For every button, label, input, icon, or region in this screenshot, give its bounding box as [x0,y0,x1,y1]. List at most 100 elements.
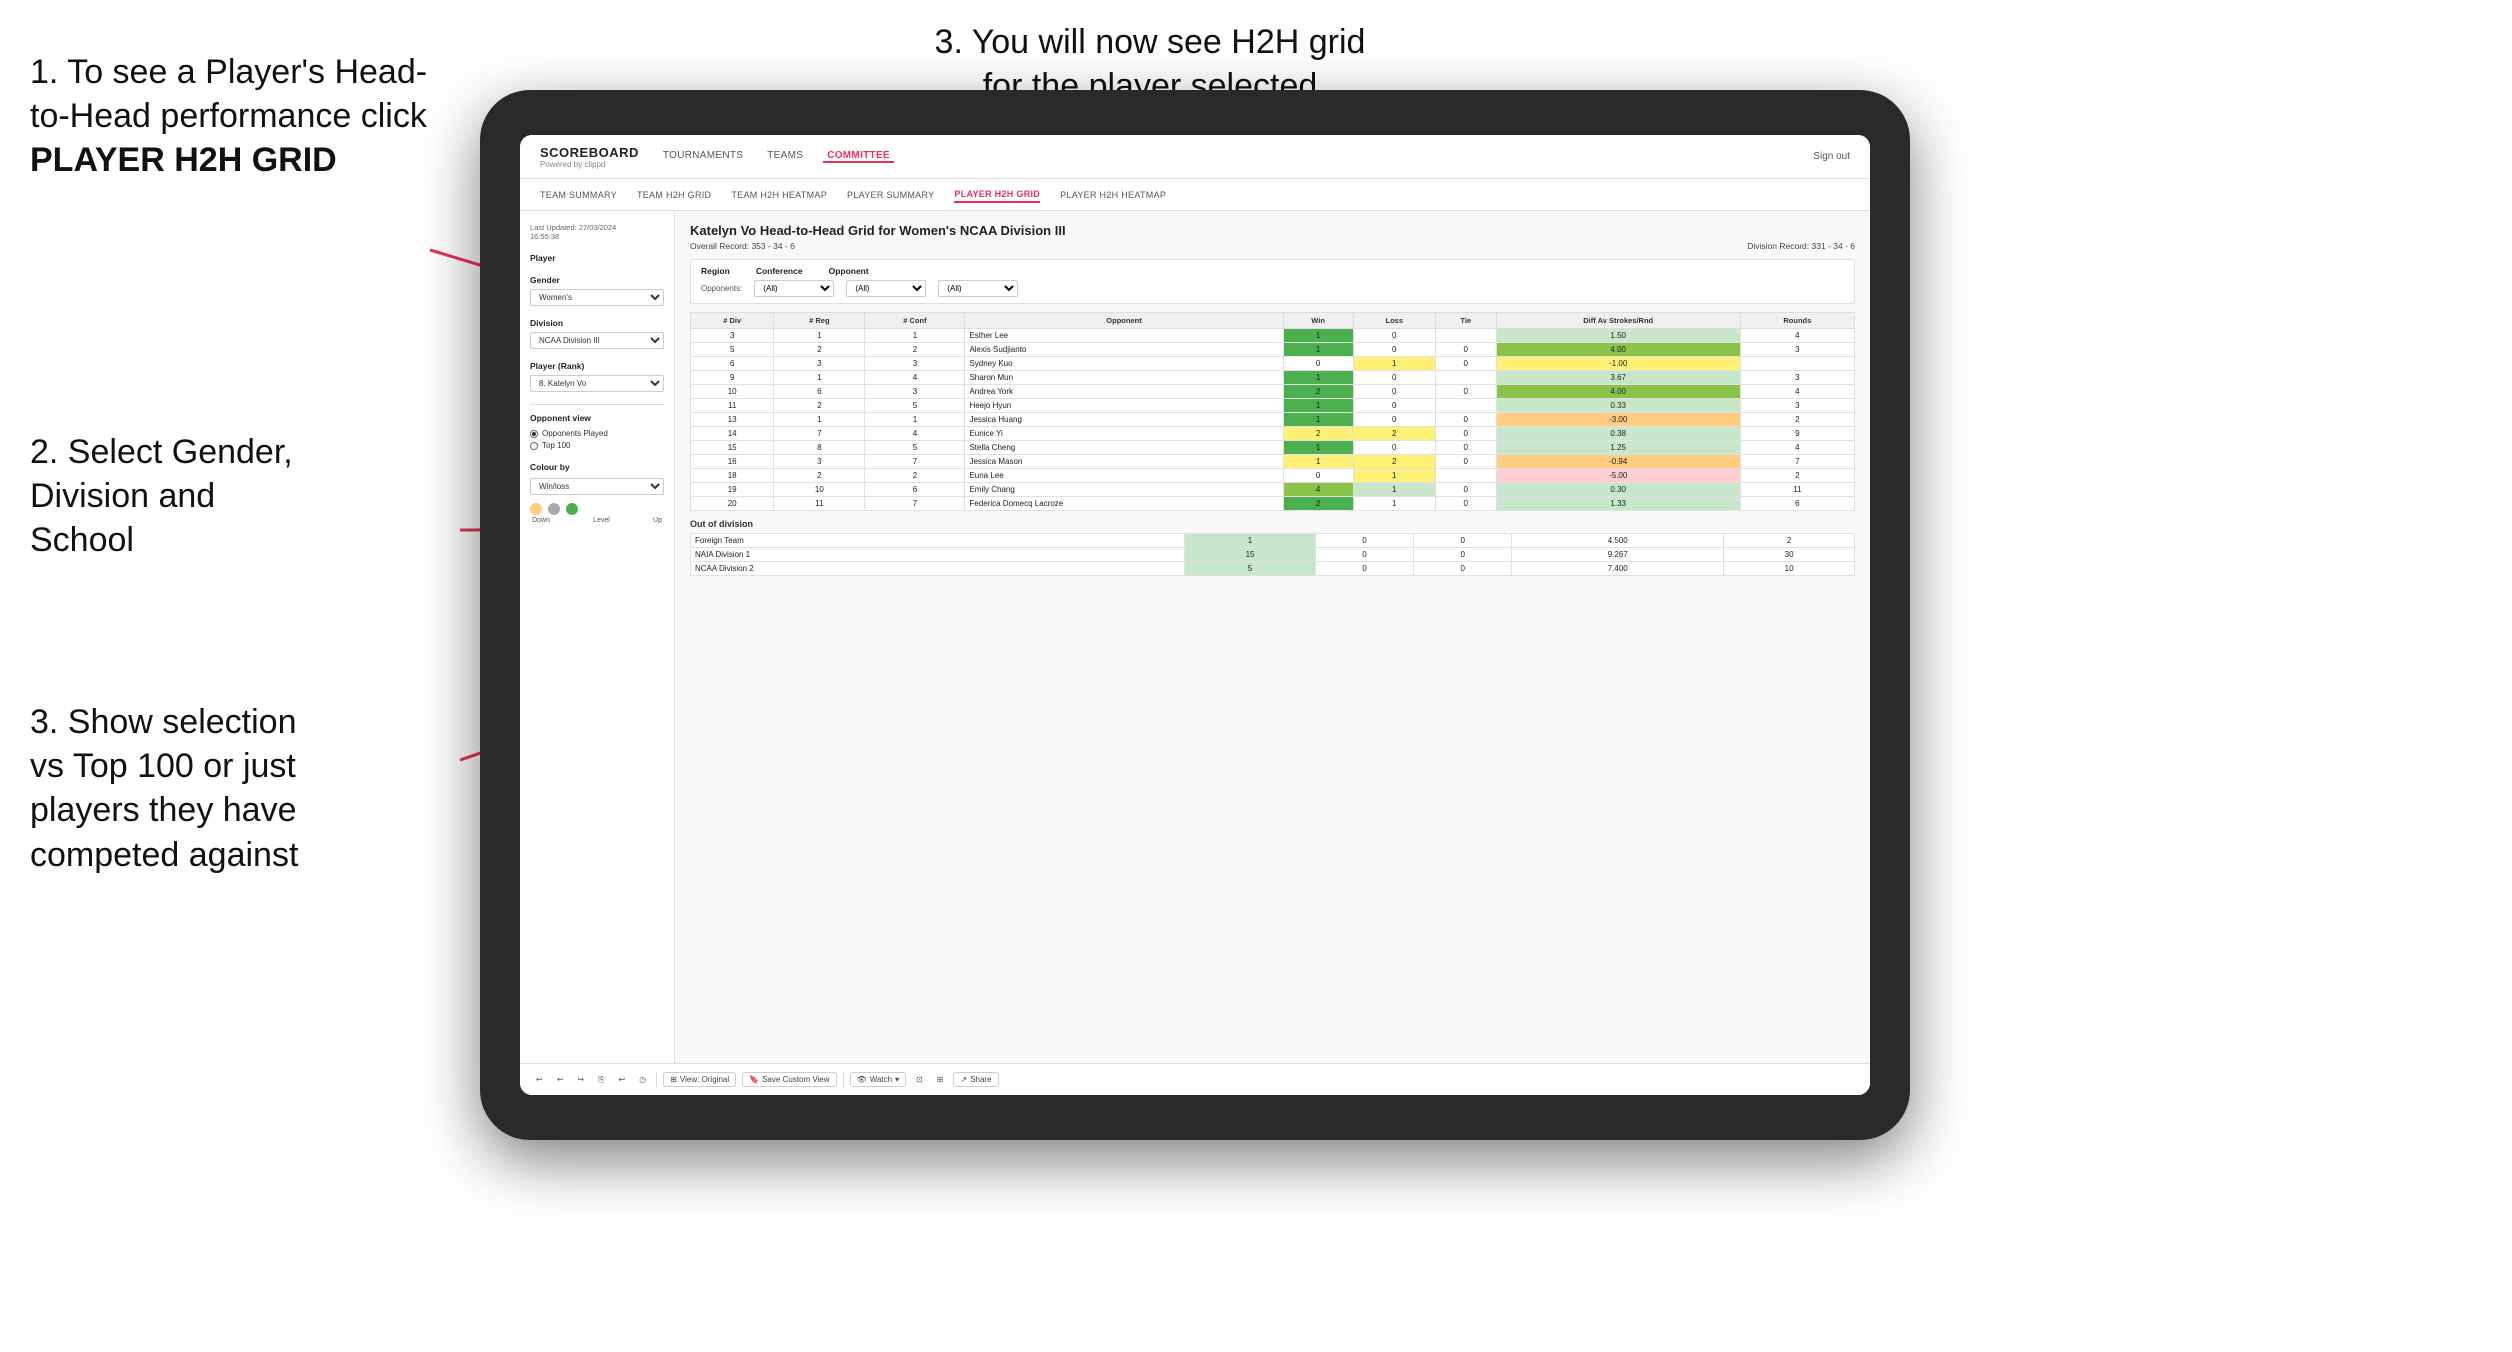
step1-bold: PLAYER H2H GRID [30,141,337,179]
sidebar-gender-select[interactable]: Women's [530,289,664,306]
table-cell: 1 [865,329,965,343]
table-row: 19106Emily Chang4100.3011 [691,483,1855,497]
main-data-table: # Div # Reg # Conf Opponent Win Loss Tie… [690,312,1855,511]
nav-logo: SCOREBOARD Powered by clippd [540,145,639,169]
region-select[interactable]: (All) [754,280,834,297]
table-cell [1435,371,1496,385]
table-cell: 0 [1435,441,1496,455]
content-area: Katelyn Vo Head-to-Head Grid for Women's… [675,211,1870,1063]
opponent-select[interactable]: (All) [938,280,1018,297]
table-cell: 2 [865,469,965,483]
table-cell: 4 [865,371,965,385]
nav-tournaments[interactable]: TOURNAMENTS [659,150,747,163]
col-opponent: Opponent [965,313,1283,329]
table-cell: 0 [1353,399,1435,413]
table-cell: 3 [865,357,965,371]
toolbar-icon1[interactable]: ⊡ [912,1073,927,1086]
sub-nav-player-h2h-heatmap[interactable]: PLAYER H2H HEATMAP [1060,188,1166,202]
conference-select[interactable]: (All) [846,280,926,297]
toolbar-time[interactable]: ◷ [635,1073,650,1086]
ood-cell: 30 [1724,548,1855,562]
toolbar-share[interactable]: ↗ Share [953,1072,998,1087]
table-cell: Sydney Kuo [965,357,1283,371]
table-cell: Stella Cheng [965,441,1283,455]
sub-nav-player-summary[interactable]: PLAYER SUMMARY [847,188,934,202]
sub-nav-team-h2h-grid[interactable]: TEAM H2H GRID [637,188,711,202]
table-header-row: # Div # Reg # Conf Opponent Win Loss Tie… [691,313,1855,329]
sub-nav-team-summary[interactable]: TEAM SUMMARY [540,188,617,202]
toolbar-icon2[interactable]: ⊞ [933,1073,948,1086]
ood-cell: 5 [1185,562,1316,576]
table-cell: 2 [1283,385,1353,399]
table-cell: 2 [865,343,965,357]
table-cell: 3 [1740,371,1854,385]
sub-nav-team-h2h-heatmap[interactable]: TEAM H2H HEATMAP [731,188,827,202]
table-cell: 1 [1283,455,1353,469]
radio-top100[interactable]: Top 100 [530,441,664,450]
table-cell: 1 [1353,497,1435,511]
table-cell [1435,469,1496,483]
radio-dot-2 [530,442,538,450]
sidebar-gender-label: Gender [530,275,664,285]
table-row: 522Alexis Sudjianto1004.003 [691,343,1855,357]
table-cell: 14 [691,427,774,441]
nav-items: TOURNAMENTS TEAMS COMMITTEE [659,150,1813,163]
content-title: Katelyn Vo Head-to-Head Grid for Women's… [690,223,1855,238]
table-cell: 0 [1435,357,1496,371]
table-cell: 0.30 [1496,483,1740,497]
table-cell: 4.00 [1496,385,1740,399]
table-cell: 3 [1740,343,1854,357]
ood-cell: 0 [1315,548,1413,562]
ood-cell: 10 [1724,562,1855,576]
col-tie: Tie [1435,313,1496,329]
table-cell: 7 [865,455,965,469]
table-cell: 1 [1283,371,1353,385]
table-cell: 1 [1353,469,1435,483]
table-cell: 4 [1283,483,1353,497]
toolbar-view-original[interactable]: ⊞ View: Original [663,1072,736,1087]
step3-bottom-text: 3. Show selectionvs Top 100 or justplaye… [30,700,450,877]
colour-by-select[interactable]: Win/loss [530,478,664,495]
table-cell: 0 [1283,357,1353,371]
table-cell: Esther Lee [965,329,1283,343]
table-cell: 11 [1740,483,1854,497]
sub-nav-player-h2h-grid[interactable]: PLAYER H2H GRID [954,187,1040,203]
sidebar-player-rank-select[interactable]: 8. Katelyn Vo [530,375,664,392]
table-cell: -1.00 [1496,357,1740,371]
opponent-view-label: Opponent view [530,413,664,423]
table-row: 1125Heejo Hyun100.333 [691,399,1855,413]
table-cell: -5.00 [1496,469,1740,483]
toolbar-history[interactable]: ↩ [615,1073,630,1086]
ood-cell: 0 [1414,562,1512,576]
nav-teams[interactable]: TEAMS [763,150,807,163]
table-cell: Emily Chang [965,483,1283,497]
toolbar-watch[interactable]: 👁 Watch ▾ [850,1072,907,1087]
table-cell: 0 [1435,455,1496,469]
colour-dot-level [548,503,560,515]
colour-labels: Down Level Up [530,517,664,524]
tablet-device: SCOREBOARD Powered by clippd TOURNAMENTS… [480,90,1910,1140]
toolbar-undo[interactable]: ↩ [532,1073,547,1086]
toolbar-redo2[interactable]: ↪ [573,1073,588,1086]
sidebar-division-select[interactable]: NCAA Division III [530,332,664,349]
sidebar-division-section: Division NCAA Division III [530,318,664,349]
radio-opponents-played[interactable]: Opponents Played [530,429,664,438]
toolbar-save-custom[interactable]: 🔖 Save Custom View [742,1072,836,1087]
toolbar-copy[interactable]: ⎘ [594,1073,608,1087]
table-cell: Jessica Mason [965,455,1283,469]
table-cell: 1 [1353,357,1435,371]
table-cell: 11 [774,497,865,511]
ood-table-row: Foreign Team1004.5002 [691,534,1855,548]
table-cell: 3 [865,385,965,399]
toolbar-redo[interactable]: ↩ [553,1073,568,1086]
table-cell: 10 [691,385,774,399]
table-cell: 15 [691,441,774,455]
table-cell: 2 [1283,497,1353,511]
table-cell: 13 [691,413,774,427]
tablet-screen: SCOREBOARD Powered by clippd TOURNAMENTS… [520,135,1870,1095]
table-cell: 9 [1740,427,1854,441]
nav-committee[interactable]: COMMITTEE [823,150,894,163]
table-cell: Sharon Mun [965,371,1283,385]
table-cell: 0 [1353,441,1435,455]
table-cell: -3.00 [1496,413,1740,427]
